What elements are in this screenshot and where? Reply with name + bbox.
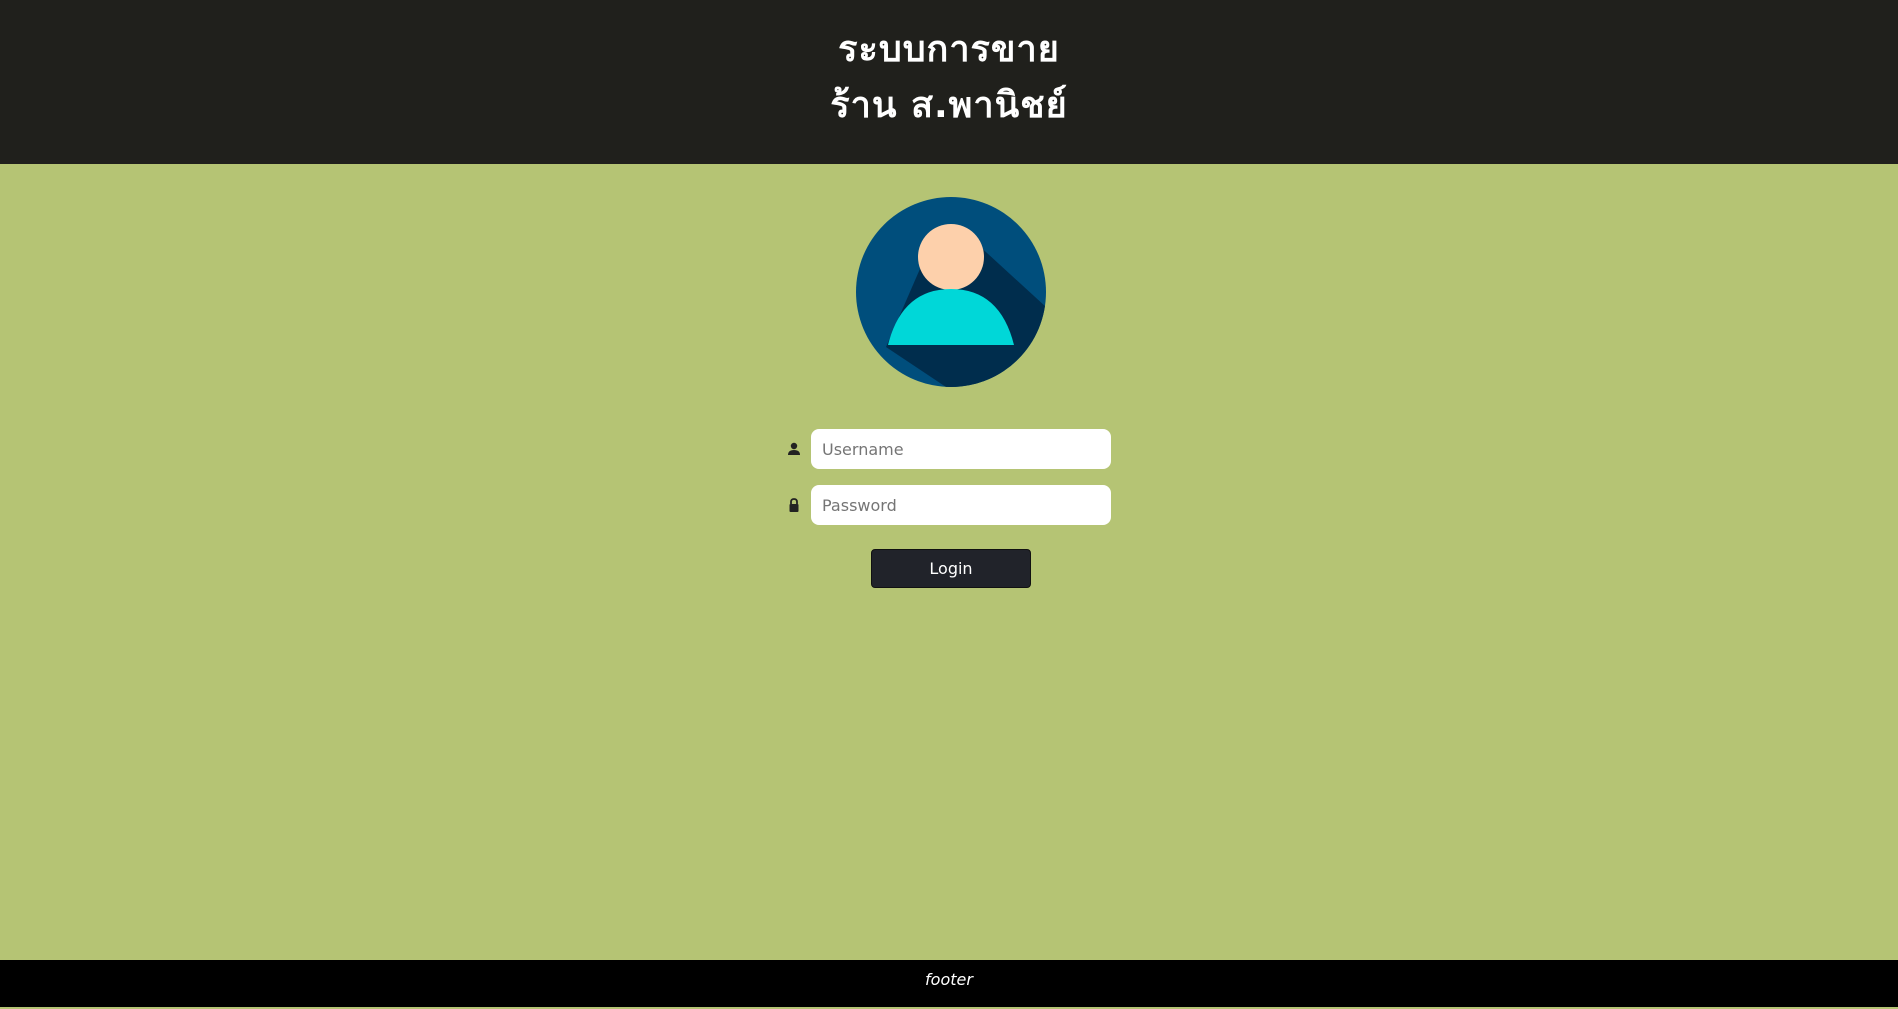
password-input[interactable]	[811, 485, 1111, 525]
person-icon	[786, 441, 802, 457]
footer-text: footer	[925, 970, 973, 989]
lock-icon	[786, 497, 802, 513]
username-input[interactable]	[811, 429, 1111, 469]
login-button[interactable]: Login	[871, 549, 1031, 588]
password-row	[786, 485, 1112, 525]
system-title: ระบบการขาย	[838, 29, 1060, 70]
username-row	[786, 429, 1112, 469]
user-avatar-icon	[856, 197, 1046, 387]
shop-name: ร้าน ส.พานิชย์	[830, 85, 1068, 126]
page-header: ระบบการขาย ร้าน ส.พานิชย์	[0, 0, 1898, 164]
page-footer: footer	[0, 960, 1898, 1007]
